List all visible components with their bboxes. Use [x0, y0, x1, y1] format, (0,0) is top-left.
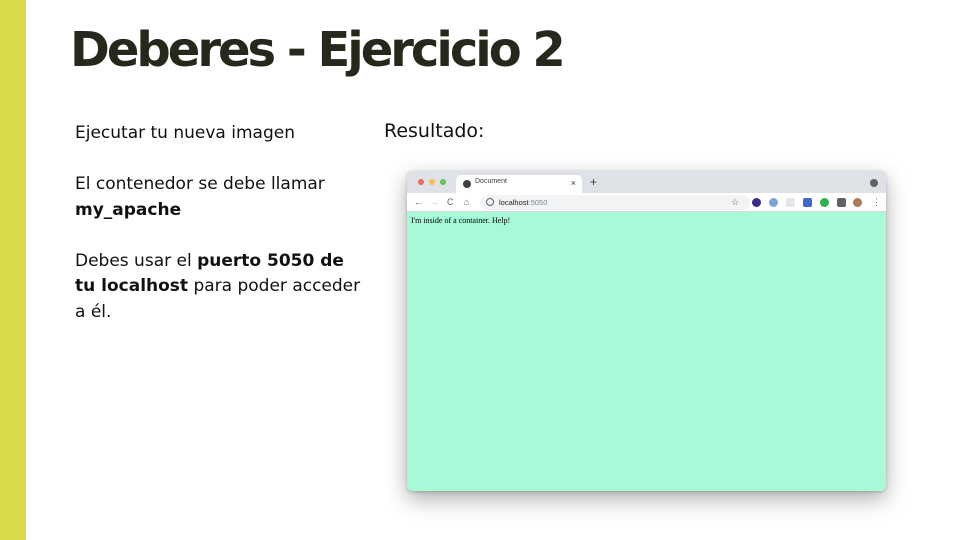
avatar[interactable] — [853, 198, 862, 207]
tab-title: Document — [475, 178, 507, 185]
puzzle-icon[interactable] — [837, 198, 846, 207]
browser-toolbar: ← → C ⌂ localhost:5050 ☆ ⋮ — [407, 193, 886, 212]
result-label: Resultado: — [384, 120, 485, 142]
bookmark-star-icon[interactable]: ☆ — [731, 196, 739, 208]
close-window-icon[interactable] — [418, 179, 424, 185]
tab-document[interactable]: Document × — [456, 175, 582, 193]
instruction-2: El contenedor se debe llamar my_apache — [75, 174, 325, 220]
slide-title: Deberes - Ejercicio 2 — [70, 22, 566, 78]
maximize-window-icon[interactable] — [440, 179, 446, 185]
back-button[interactable]: ← — [414, 196, 423, 208]
accent-bar — [0, 0, 26, 540]
close-tab-icon[interactable]: × — [571, 177, 576, 189]
extension-icon[interactable] — [752, 198, 761, 207]
extension-icon[interactable] — [786, 198, 795, 207]
forward-button[interactable]: → — [430, 196, 439, 208]
container-name: my_apache — [75, 199, 182, 220]
extension-icon[interactable] — [803, 198, 812, 207]
extension-icon[interactable] — [769, 198, 778, 207]
globe-icon — [463, 180, 471, 188]
instructions: Ejecutar tu nueva imagen El contenedor s… — [75, 121, 365, 351]
new-tab-button[interactable]: + — [590, 175, 597, 189]
instruction-3: Debes usar el puerto 5050 de tu localhos… — [75, 250, 361, 322]
window-close-icon[interactable] — [870, 179, 878, 187]
page-text: I'm inside of a container. Help! — [411, 216, 511, 225]
address-bar[interactable]: localhost:5050 — [480, 195, 750, 210]
home-button[interactable]: ⌂ — [464, 196, 469, 208]
extension-icon[interactable] — [820, 198, 829, 207]
menu-icon[interactable]: ⋮ — [872, 196, 881, 208]
browser-window: Document × + ← → C ⌂ localhost:5050 ☆ ⋮ … — [407, 171, 886, 491]
info-icon[interactable] — [486, 198, 494, 206]
page-viewport: I'm inside of a container. Help! — [407, 212, 886, 491]
minimize-window-icon[interactable] — [429, 179, 435, 185]
reload-button[interactable]: C — [447, 196, 454, 208]
instruction-1: Ejecutar tu nueva imagen — [75, 123, 295, 143]
url-text[interactable]: localhost:5050 — [499, 197, 547, 208]
tab-strip: Document × + — [407, 171, 886, 193]
